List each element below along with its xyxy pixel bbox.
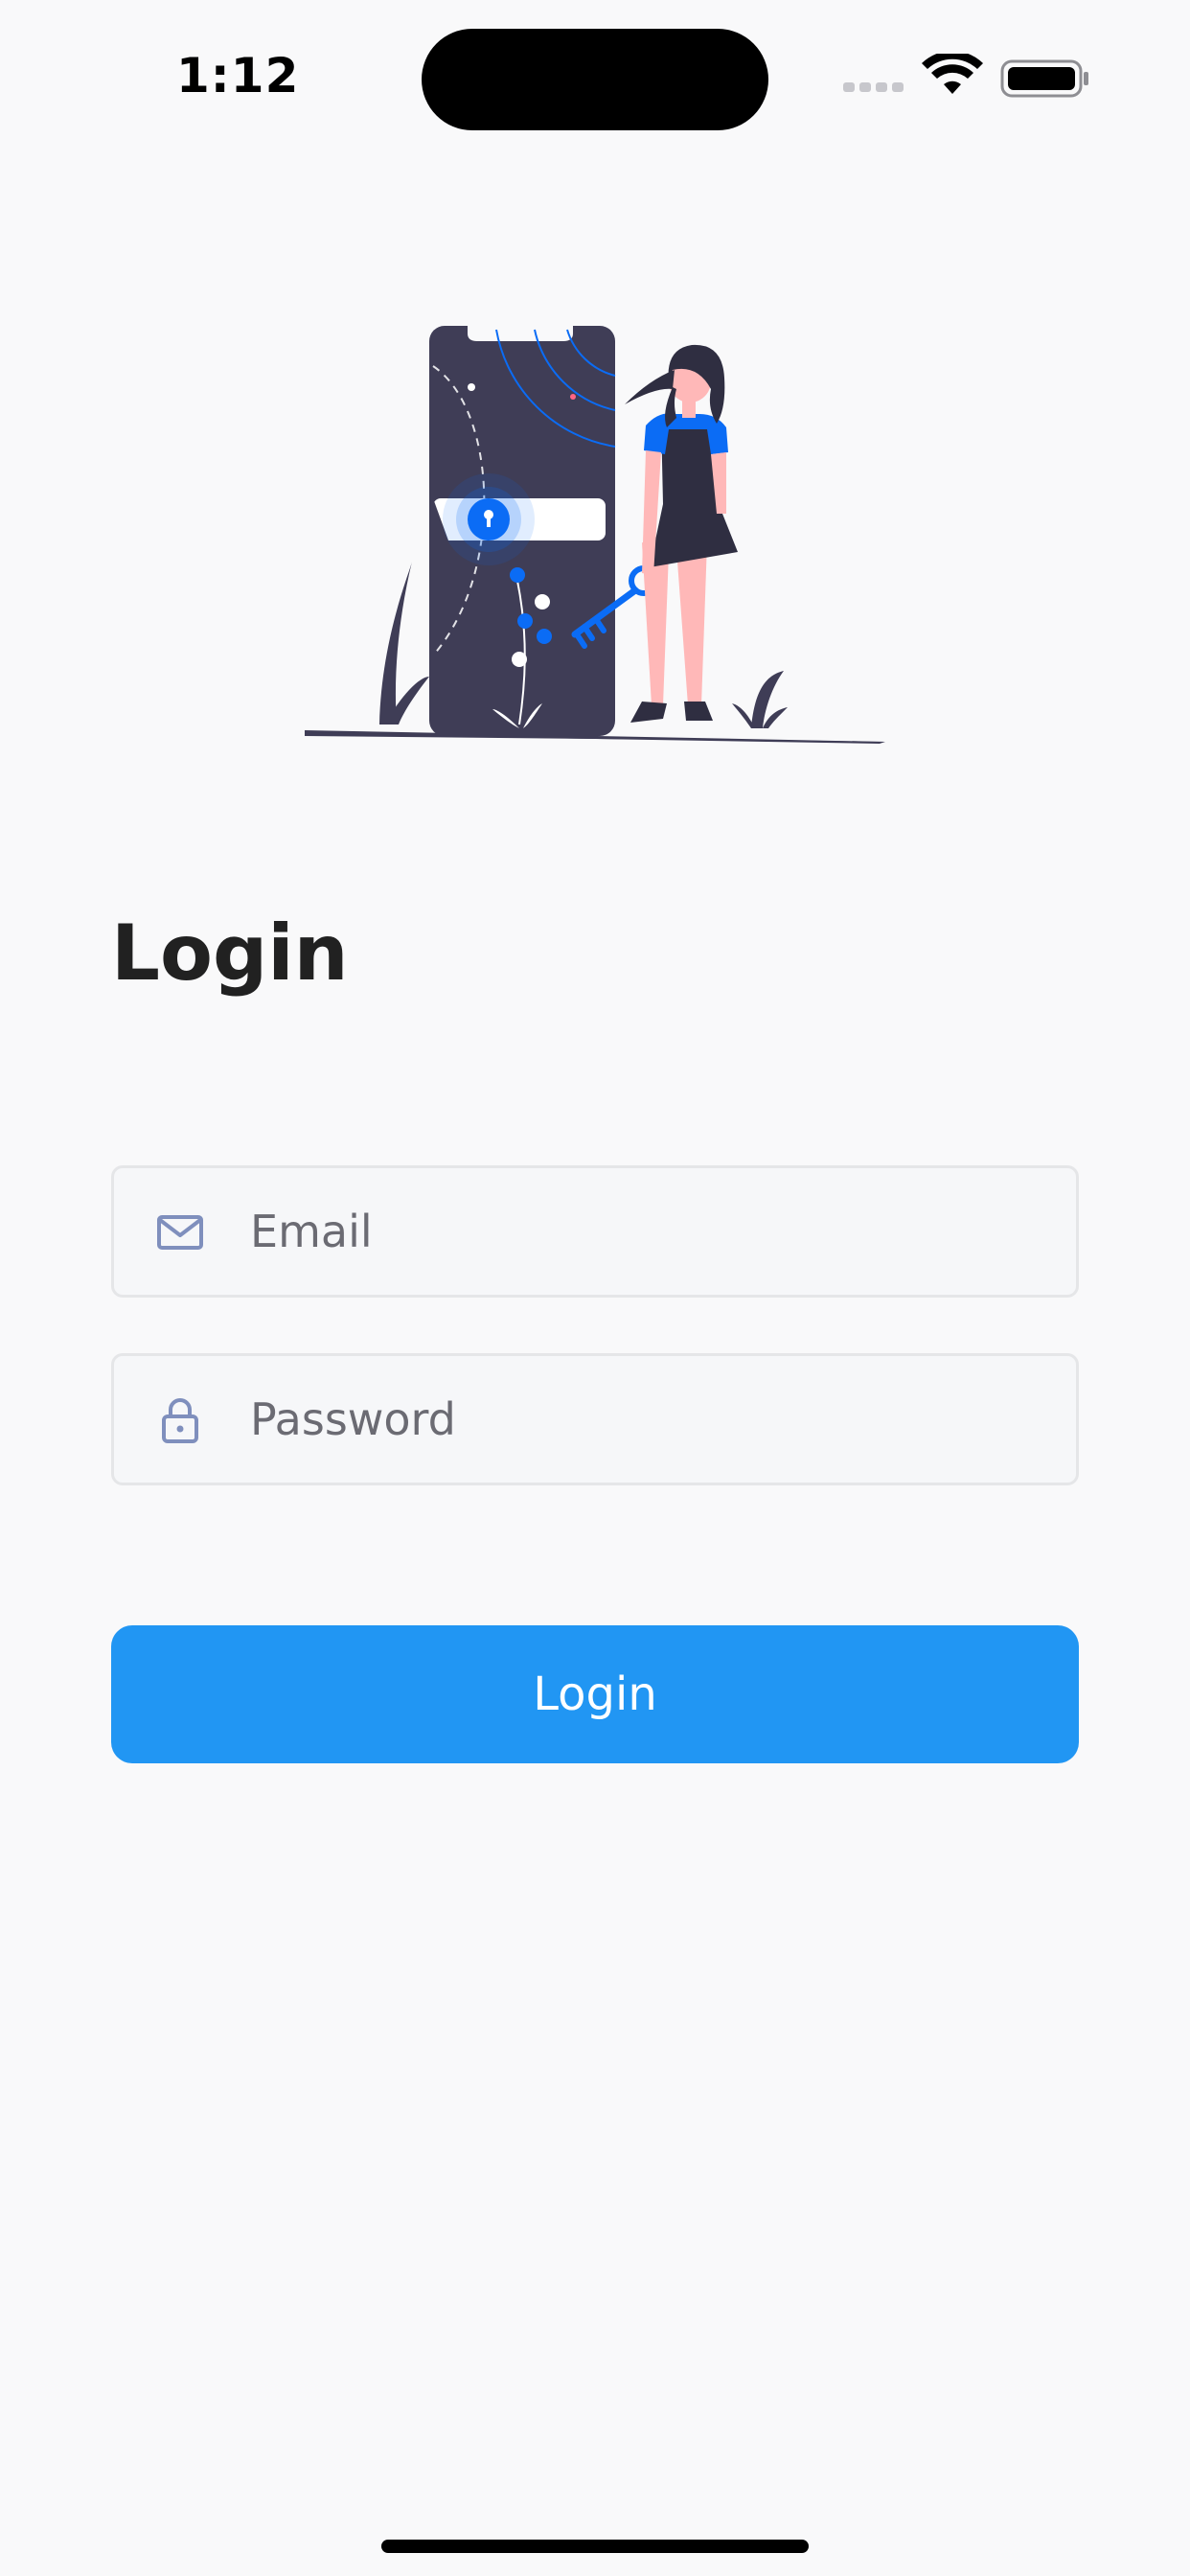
mail-icon xyxy=(157,1215,203,1250)
cellular-signal-icon xyxy=(843,82,904,92)
password-input[interactable] xyxy=(250,1393,1017,1445)
page-title: Login xyxy=(111,908,349,998)
email-field[interactable] xyxy=(111,1165,1079,1298)
status-icons xyxy=(843,54,1088,98)
password-field[interactable] xyxy=(111,1353,1079,1485)
dynamic-island xyxy=(422,29,768,130)
login-screen: 1:12 Login Email Login xyxy=(0,0,1190,2576)
battery-icon xyxy=(1000,59,1088,98)
wifi-icon xyxy=(922,54,983,94)
login-button[interactable]: Login xyxy=(111,1625,1079,1763)
email-input[interactable] xyxy=(250,1206,1017,1257)
home-indicator xyxy=(381,2540,809,2553)
phone-lock-woman-with-key-illustration xyxy=(305,326,885,744)
lock-icon xyxy=(162,1398,198,1443)
status-time: 1:12 xyxy=(176,48,300,104)
